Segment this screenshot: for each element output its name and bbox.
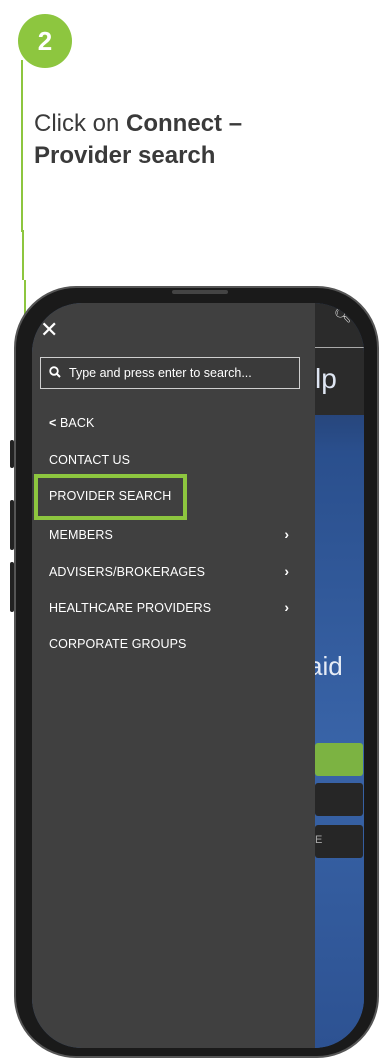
chevron-right-icon[interactable]: › xyxy=(284,526,289,542)
instruction-text: Click on Connect – Provider search xyxy=(34,108,334,172)
background-button-fragment: E xyxy=(315,834,323,846)
search-input[interactable] xyxy=(67,365,291,381)
phone-side-button xyxy=(10,562,14,612)
chevron-right-icon[interactable]: › xyxy=(284,563,289,579)
menu-item-advisers-brokerages[interactable]: ADVISERS/BROKERAGES xyxy=(49,565,205,579)
instruction-prefix: Click on xyxy=(34,110,127,137)
back-label: BACK xyxy=(59,416,95,430)
mobile-nav-menu: ✕ < BACK CONTACT US PROVIDER SEARCH MEMB… xyxy=(32,303,315,1048)
phone-side-button xyxy=(10,500,14,550)
chevron-left-icon: < xyxy=(49,416,57,430)
connector-line xyxy=(21,212,23,232)
menu-item-label: HEALTHCARE PROVIDERS xyxy=(49,601,212,615)
step-number: 2 xyxy=(37,25,53,56)
close-icon[interactable]: ✕ xyxy=(40,317,58,343)
menu-item-contact-us[interactable]: CONTACT US xyxy=(49,453,130,467)
menu-item-label: MEMBERS xyxy=(49,528,113,542)
background-search-underline xyxy=(315,347,364,348)
step-number-badge: 2 xyxy=(18,14,72,68)
background-dark-button[interactable] xyxy=(315,783,363,816)
menu-item-label: ADVISERS/BROKERAGES xyxy=(49,565,206,579)
back-link[interactable]: < BACK xyxy=(49,416,94,430)
menu-item-corporate-groups[interactable]: CORPORATE GROUPS xyxy=(49,637,187,651)
menu-item-label: CORPORATE GROUPS xyxy=(49,637,187,651)
chevron-right-icon[interactable]: › xyxy=(284,599,289,615)
menu-item-label: CONTACT US xyxy=(49,453,131,467)
search-icon xyxy=(49,365,61,381)
phone-side-button xyxy=(10,440,14,468)
background-title-fragment: lp xyxy=(315,363,337,394)
menu-item-healthcare-providers[interactable]: HEALTHCARE PROVIDERS xyxy=(49,601,211,615)
search-field[interactable] xyxy=(40,357,300,389)
menu-item-members[interactable]: MEMBERS xyxy=(49,528,299,542)
background-search-icon[interactable]: 🔍︎ xyxy=(334,307,352,324)
connector-line xyxy=(21,60,23,213)
phone-speaker xyxy=(172,290,228,294)
connector-line xyxy=(22,230,24,280)
background-green-button[interactable] xyxy=(315,743,363,776)
highlight-box xyxy=(34,474,187,520)
phone-screen: 🔍︎ lp aid E ✕ < BACK CONTACT US PROVIDER… xyxy=(32,303,364,1048)
